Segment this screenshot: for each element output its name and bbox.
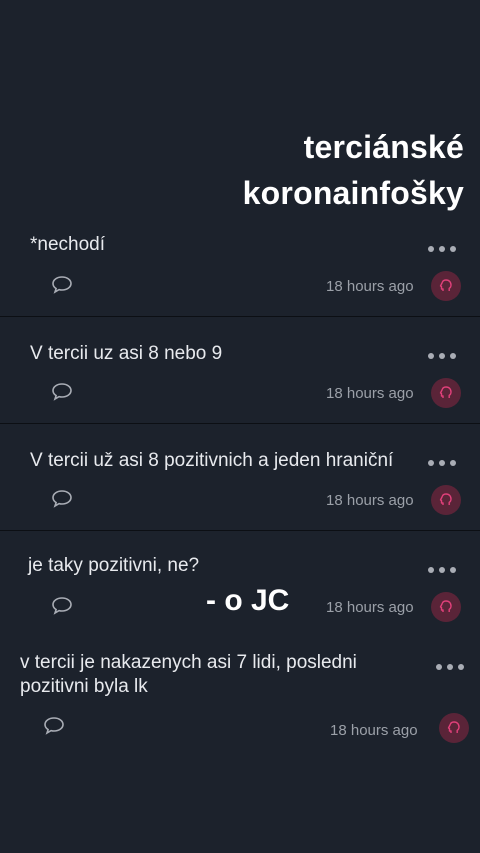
more-options-icon[interactable]	[428, 244, 456, 254]
timestamp: 18 hours ago	[326, 492, 414, 509]
timestamp: 18 hours ago	[330, 722, 418, 739]
timestamp: 18 hours ago	[326, 599, 414, 616]
more-options-icon[interactable]	[428, 565, 456, 575]
post-text: je taky pozitivni, ne?	[28, 555, 200, 576]
post-card[interactable]: v tercii je nakazenych asi 7 lidi, posle…	[0, 637, 480, 757]
avatar[interactable]	[439, 713, 469, 743]
timestamp: 18 hours ago	[326, 278, 414, 295]
comment-icon[interactable]	[42, 715, 66, 737]
brain-icon	[447, 721, 460, 733]
post-card[interactable]: V tercii už asi 8 pozitivnich a jeden hr…	[0, 424, 480, 530]
post-text: v tercii je nakazenych asi 7 lidi, posle…	[20, 652, 357, 697]
overlay-annotation: - o JC	[206, 584, 290, 617]
avatar[interactable]	[431, 378, 461, 408]
brain-icon	[439, 386, 452, 398]
post-card[interactable]: V tercii uz asi 8 nebo 9 18 hours ago	[0, 317, 480, 423]
avatar[interactable]	[431, 271, 461, 301]
post-text: *nechodí	[30, 234, 106, 255]
post-text: V tercii uz asi 8 nebo 9	[30, 343, 223, 364]
brain-icon	[439, 279, 452, 291]
more-options-icon[interactable]	[428, 458, 456, 468]
comment-icon[interactable]	[50, 274, 74, 296]
comment-icon[interactable]	[50, 488, 74, 510]
avatar[interactable]	[431, 592, 461, 622]
post-card[interactable]: *nechodí 18 hours ago	[0, 0, 480, 316]
brain-icon	[439, 493, 452, 505]
comment-icon[interactable]	[50, 595, 74, 617]
avatar[interactable]	[431, 485, 461, 515]
brain-icon	[439, 600, 452, 612]
more-options-icon[interactable]	[436, 662, 464, 672]
timestamp: 18 hours ago	[326, 385, 414, 402]
more-options-icon[interactable]	[428, 351, 456, 361]
post-text: V tercii už asi 8 pozitivnich a jeden hr…	[30, 450, 394, 471]
comment-icon[interactable]	[50, 381, 74, 403]
